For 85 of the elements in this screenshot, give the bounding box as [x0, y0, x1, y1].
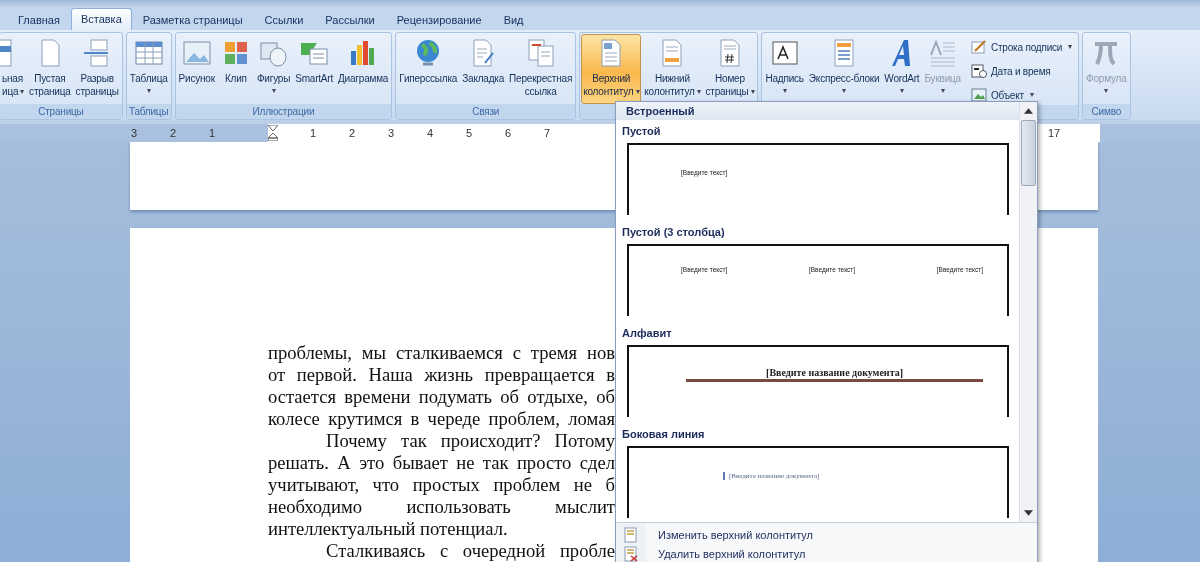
caret-icon: ▾ — [146, 86, 151, 96]
calendar-icon — [970, 63, 987, 79]
ribbon-button[interactable]: Гиперссылка — [397, 34, 460, 104]
ribbon-button[interactable]: Номер страницы ▾ — [703, 34, 757, 104]
caret-icon: ▾ — [842, 86, 846, 96]
delete-page-icon — [624, 545, 638, 562]
ribbon-button[interactable]: Фигуры ▾ — [254, 34, 293, 104]
ribbon-tab[interactable]: Главная — [7, 10, 71, 30]
gallery-item-label: Боковая линия — [621, 427, 706, 442]
caret-icon: ▾ — [696, 86, 701, 97]
caret-icon: ▾ — [750, 86, 755, 97]
ribbon-button[interactable]: Верхний колонтитул ▾ — [581, 34, 642, 104]
ribbon-button[interactable]: Разрыв страницы — [73, 34, 121, 104]
ribbon-tab[interactable]: Рецензирование — [385, 10, 493, 30]
ribbon-button[interactable]: ьная ица ▾ — [1, 34, 27, 104]
ribbon-tab[interactable]: Вид — [492, 10, 535, 30]
ruler-number: 2 — [347, 127, 357, 139]
ribbon-button[interactable]: Объект ▾ — [967, 85, 1076, 105]
caret-icon: ▾ — [1104, 86, 1109, 96]
ribbon-button[interactable]: Клип — [217, 34, 254, 104]
ribbon-button[interactable]: Закладка — [460, 34, 507, 104]
text-line: остается времени подумать об отдыхе, об — [268, 386, 615, 408]
caret-icon: ▾ — [940, 86, 945, 96]
gallery-item-label: Пустой — [621, 124, 662, 139]
ribbon-button[interactable]: SmartArt — [293, 34, 336, 104]
group-label: Симво — [1091, 106, 1121, 117]
menu-item[interactable]: Изменить верхний колонтитул — [616, 525, 1037, 544]
text-line: необходимо использовать мыслит — [268, 496, 615, 518]
scroll-down-icon[interactable] — [1024, 510, 1033, 516]
object-icon — [970, 87, 987, 103]
ruler-number: 4 — [425, 127, 435, 139]
caret-icon: ▾ — [20, 86, 25, 97]
group-label: Таблицы — [128, 106, 169, 117]
caret-icon: ▾ — [1068, 42, 1073, 52]
menu-item[interactable]: Удалить верхний колонтитул — [616, 544, 1037, 562]
ruler-number: 5 — [464, 127, 474, 139]
ribbon-button[interactable]: WordArt ▾ — [882, 34, 922, 104]
ruler-number: 6 — [503, 127, 513, 139]
text-line: решать. А это бывает не так просто сдел — [268, 452, 615, 474]
caret-icon: ▾ — [271, 86, 276, 96]
caret-icon: ▾ — [635, 86, 640, 97]
section-header: Встроенный — [616, 102, 1019, 120]
scrollbar-thumb[interactable] — [1021, 120, 1036, 186]
ruler-number: 3 — [129, 127, 139, 139]
ribbon-button[interactable]: Диаграмма — [336, 34, 391, 104]
group-label: Страницы — [38, 106, 84, 117]
gallery-item-label: Пустой (3 столбца) — [621, 225, 726, 240]
group-label: Связи — [472, 106, 500, 117]
ribbon-button[interactable]: Дата и время — [967, 61, 1076, 81]
placeholder-text: [Введите название документа] — [686, 367, 983, 382]
ribbon-button[interactable]: Строка подписи ▾ — [967, 37, 1076, 57]
text-line: колесе крутимся в череде проблем, ломая — [268, 408, 615, 430]
ribbon-button[interactable]: Рисунок — [176, 34, 217, 104]
text-line: от первой. Наша жизнь превращается в — [268, 364, 615, 386]
header-preview[interactable]: [Введите название документа] — [627, 345, 1009, 417]
ruler-number: 1 — [207, 127, 217, 139]
ruler-number: 17 — [1046, 127, 1062, 139]
ribbon-tab[interactable]: Ссылки — [253, 10, 315, 30]
edit-page-icon — [624, 526, 638, 543]
text-line: интеллектуальный потенциал. — [268, 518, 509, 540]
ruler-number: 7 — [542, 127, 552, 139]
indent-marker-icon[interactable] — [268, 125, 278, 141]
caret-icon: ▾ — [782, 86, 787, 96]
text-line: Сталкиваясь с очередной пробле — [325, 540, 615, 562]
ribbon-button[interactable]: Экспресс-блоки ▾ — [806, 34, 882, 104]
ruler-number: 3 — [386, 127, 396, 139]
caret-icon: ▾ — [900, 86, 904, 96]
ribbon-tab[interactable]: Вставка — [70, 8, 132, 30]
text-line: учитывают, что простых проблем не б — [268, 474, 615, 496]
ribbon-button[interactable]: Перекрестная ссылка — [507, 34, 575, 104]
text-line: Почему так происходит? Потому — [325, 430, 615, 452]
ribbon-button[interactable]: Надпись ▾ — [763, 34, 806, 104]
signature-icon — [970, 39, 987, 55]
ruler-number: 1 — [308, 127, 318, 139]
text-line: проблемы, мы сталкиваемся с тремя нов — [268, 342, 615, 364]
caret-icon: ▾ — [1029, 90, 1034, 100]
scroll-up-icon[interactable] — [1024, 108, 1033, 114]
ribbon-button[interactable]: Нижний колонтитул ▾ — [642, 34, 703, 104]
group-label: Иллюстрации — [252, 106, 315, 117]
ribbon-tab[interactable]: Разметка страницы — [131, 10, 254, 30]
ribbon-tab[interactable]: Рассылки — [314, 10, 386, 30]
gallery-item-label: Алфавит — [621, 326, 673, 341]
ruler-number: 2 — [168, 127, 178, 139]
ribbon-button[interactable]: Таблица ▾ — [127, 34, 170, 104]
ribbon-button[interactable]: Пустая страница — [27, 34, 73, 104]
